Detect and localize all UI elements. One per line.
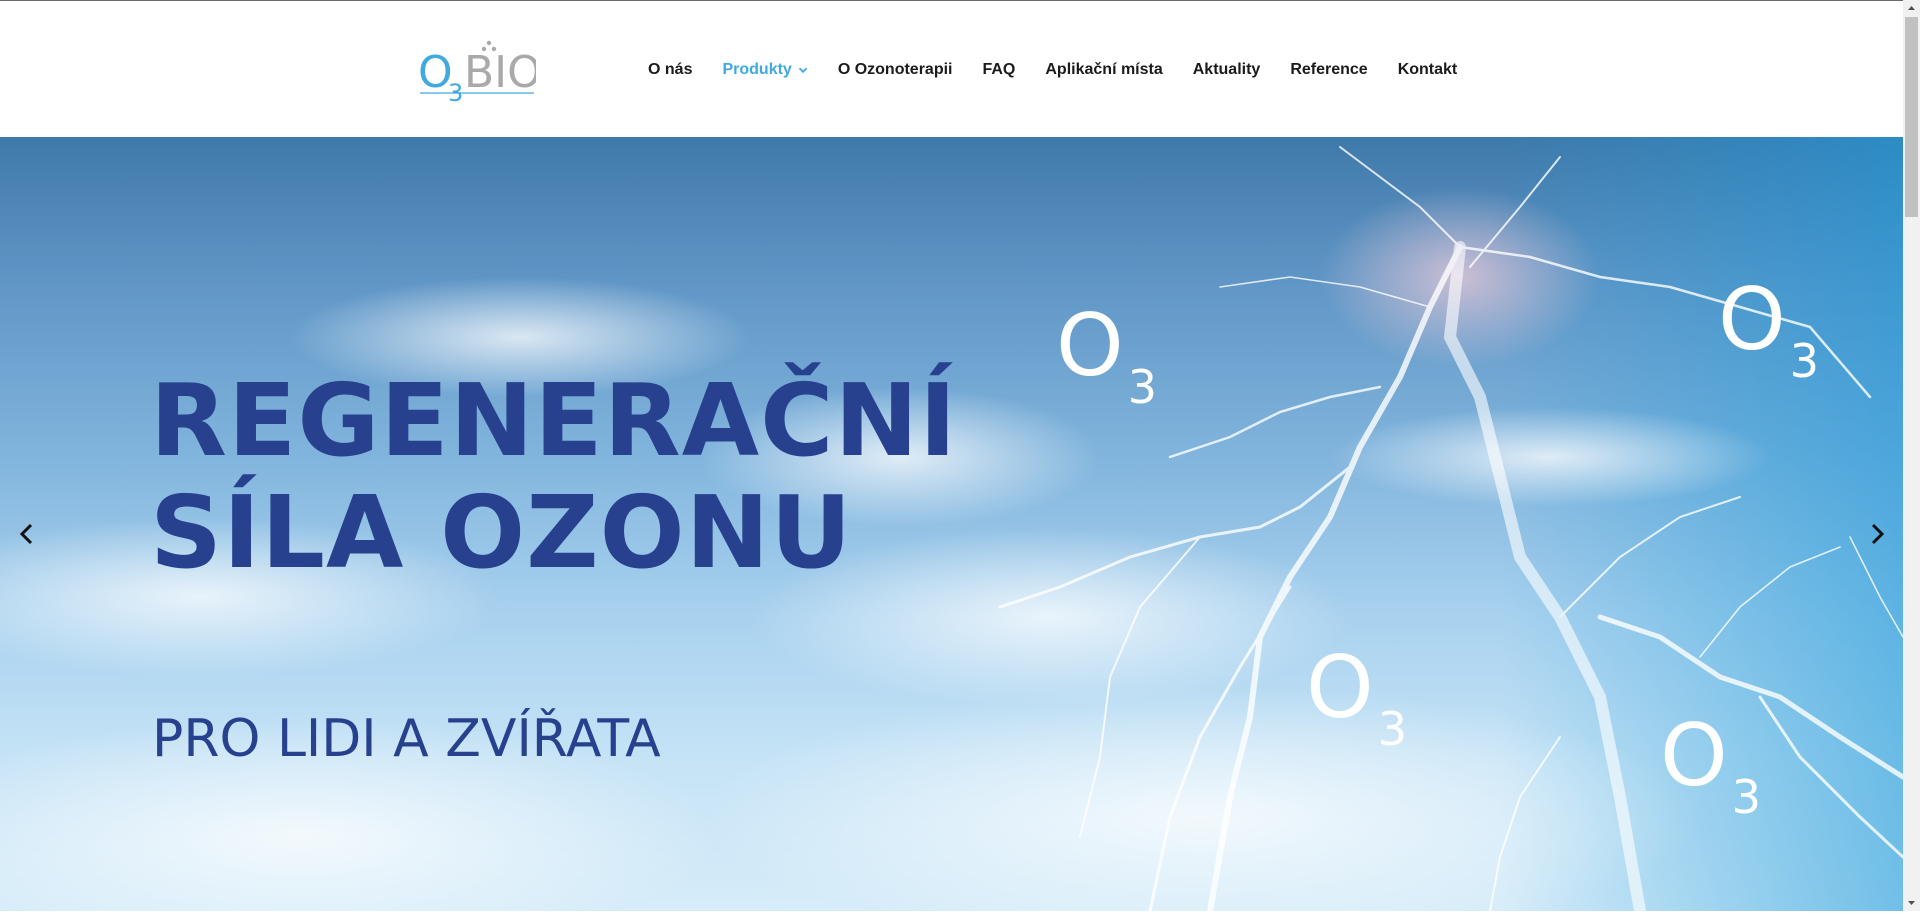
- svg-text:3: 3: [448, 79, 463, 105]
- hero-slider: REGENERAČNÍ SÍLA OZONU PRO LIDI A ZVÍŘAT…: [0, 137, 1903, 911]
- nav-item-o-ozonoterapii[interactable]: O Ozonoterapii: [838, 61, 953, 79]
- o3-symbol: O3: [1306, 645, 1407, 752]
- o3-letter: O: [1718, 270, 1786, 370]
- nav-label: FAQ: [982, 61, 1016, 78]
- o3-letter: O: [1660, 706, 1728, 806]
- scroll-down-arrow-icon[interactable]: [1903, 894, 1920, 911]
- o3-subscript: 3: [1731, 770, 1761, 824]
- nav-label: O Ozonoterapii: [837, 61, 953, 78]
- page-scrollbar[interactable]: [1903, 0, 1920, 911]
- o3-subscript: 3: [1127, 360, 1157, 414]
- nav-label: O nás: [648, 61, 693, 78]
- slider-next-button[interactable]: [1862, 519, 1892, 549]
- nav-label: Kontakt: [1397, 61, 1458, 78]
- hero-headline-line2: SÍLA OZONU: [150, 474, 853, 591]
- o3bio-logo-icon: O 3 BIO: [418, 40, 542, 107]
- nav-item-o-nas[interactable]: O nás: [648, 61, 692, 79]
- nav-item-kontakt[interactable]: Kontakt: [1398, 61, 1458, 79]
- nav-label: Aktuality: [1192, 61, 1261, 78]
- o3-subscript: 3: [1789, 334, 1819, 388]
- hero-subline: PRO LIDI A ZVÍŘATA: [152, 709, 661, 769]
- chevron-down-icon: [798, 67, 807, 74]
- o3-symbol: O3: [1056, 303, 1157, 410]
- o3-subscript: 3: [1377, 702, 1407, 756]
- o3-letter: O: [1306, 638, 1374, 738]
- nav-item-faq[interactable]: FAQ: [982, 61, 1015, 79]
- nav-item-reference[interactable]: Reference: [1290, 61, 1367, 79]
- nav-item-produkty[interactable]: Produkty: [722, 61, 807, 79]
- site-logo[interactable]: O 3 BIO: [418, 39, 542, 107]
- nav-item-aktuality[interactable]: Aktuality: [1193, 61, 1261, 79]
- main-nav: O nás Produkty O Ozonoterapii FAQ Aplika…: [648, 58, 1457, 82]
- site-header: O 3 BIO O nás Produkty O Ozonoterapii FA…: [0, 1, 1903, 137]
- chevron-right-icon: [1871, 523, 1885, 545]
- nav-label: Produkty: [722, 61, 792, 78]
- o3-letter: O: [1056, 296, 1124, 396]
- nav-label: Aplikační místa: [1045, 61, 1163, 78]
- hero-headline-line1: REGENERAČNÍ: [150, 362, 958, 479]
- slider-prev-button[interactable]: [12, 519, 42, 549]
- scrollbar-thumb[interactable]: [1905, 17, 1918, 217]
- svg-text:BIO: BIO: [464, 47, 536, 98]
- chevron-left-icon: [19, 523, 33, 545]
- nav-item-aplikacni-mista[interactable]: Aplikační místa: [1045, 61, 1162, 79]
- scroll-up-arrow-icon[interactable]: [1903, 0, 1920, 17]
- hero-headline: REGENERAČNÍ SÍLA OZONU: [150, 365, 957, 589]
- o3-symbol: O3: [1718, 277, 1819, 384]
- o3-symbol: O3: [1660, 713, 1761, 820]
- nav-label: Reference: [1290, 61, 1368, 78]
